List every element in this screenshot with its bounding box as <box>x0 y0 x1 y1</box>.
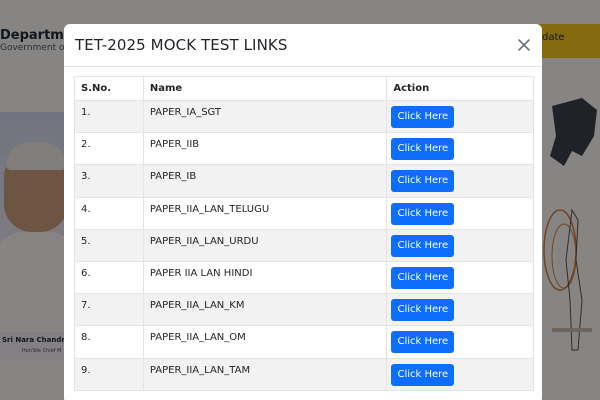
row-paper-name: PAPER_IIA_LAN_TELUGU <box>142 196 388 230</box>
row-action: Click Here <box>386 325 534 359</box>
click-here-button[interactable]: Click Here <box>391 138 455 161</box>
mock-test-links-modal: TET-2025 MOCK TEST LINKS S.No. Name Acti… <box>64 24 542 400</box>
table-row: 3. PAPER_IB Click Here <box>74 164 534 198</box>
close-icon <box>518 39 530 51</box>
row-paper-name: PAPER_IIA_LAN_OM <box>142 325 388 359</box>
row-sno: 6. <box>74 260 144 295</box>
row-sno: 3. <box>74 164 144 198</box>
row-sno: 1. <box>74 99 144 134</box>
row-action: Click Here <box>386 132 534 166</box>
row-paper-name: PAPER IIA LAN HINDI <box>142 260 388 295</box>
row-sno: 8. <box>74 325 144 359</box>
row-action: Click Here <box>386 357 534 391</box>
column-header-name: Name <box>142 76 388 101</box>
click-here-button[interactable]: Click Here <box>391 234 455 257</box>
click-here-button[interactable]: Click Here <box>391 266 455 289</box>
table-row: 2. PAPER_IIB Click Here <box>74 132 534 166</box>
click-here-button[interactable]: Click Here <box>391 363 455 386</box>
row-action: Click Here <box>386 164 534 198</box>
row-paper-name: PAPER_IA_SGT <box>142 99 388 134</box>
row-action: Click Here <box>386 99 534 134</box>
table-row: 7. PAPER_IIA_LAN_KM Click Here <box>74 293 534 327</box>
table-row: 6. PAPER IIA LAN HINDI Click Here <box>74 260 534 295</box>
table-header-row: S.No. Name Action <box>74 76 534 101</box>
row-paper-name: PAPER_IB <box>142 164 388 198</box>
table-row: 8. PAPER_IIA_LAN_OM Click Here <box>74 325 534 359</box>
row-sno: 4. <box>74 196 144 230</box>
table-row: 5. PAPER_IIA_LAN_URDU Click Here <box>74 228 534 262</box>
row-paper-name: PAPER_IIA_LAN_URDU <box>142 228 388 262</box>
modal-header: TET-2025 MOCK TEST LINKS <box>64 24 542 67</box>
row-action: Click Here <box>386 260 534 295</box>
click-here-button[interactable]: Click Here <box>391 299 455 322</box>
table-row: 9. PAPER_IIA_LAN_TAM Click Here <box>74 357 534 391</box>
row-action: Click Here <box>386 228 534 262</box>
row-paper-name: PAPER_IIB <box>142 132 388 166</box>
row-sno: 9. <box>74 357 144 391</box>
row-paper-name: PAPER_IIA_LAN_TAM <box>142 357 388 391</box>
links-table-container: S.No. Name Action 1. PAPER_IA_SGT Click … <box>74 76 534 391</box>
row-sno: 5. <box>74 228 144 262</box>
mock-test-table: S.No. Name Action 1. PAPER_IA_SGT Click … <box>74 76 534 391</box>
click-here-button[interactable]: Click Here <box>391 106 455 128</box>
row-sno: 7. <box>74 293 144 327</box>
column-header-action: Action <box>386 76 534 101</box>
table-row: 4. PAPER_IIA_LAN_TELUGU Click Here <box>74 196 534 230</box>
table-row: 1. PAPER_IA_SGT Click Here <box>74 99 534 134</box>
row-paper-name: PAPER_IIA_LAN_KM <box>142 293 388 327</box>
row-sno: 2. <box>74 132 144 166</box>
row-action: Click Here <box>386 293 534 327</box>
column-header-sno: S.No. <box>74 76 144 101</box>
row-action: Click Here <box>386 196 534 230</box>
click-here-button[interactable]: Click Here <box>391 202 455 225</box>
close-button[interactable] <box>516 37 532 53</box>
click-here-button[interactable]: Click Here <box>391 331 455 354</box>
modal-title: TET-2025 MOCK TEST LINKS <box>75 36 288 54</box>
click-here-button[interactable]: Click Here <box>391 170 455 193</box>
